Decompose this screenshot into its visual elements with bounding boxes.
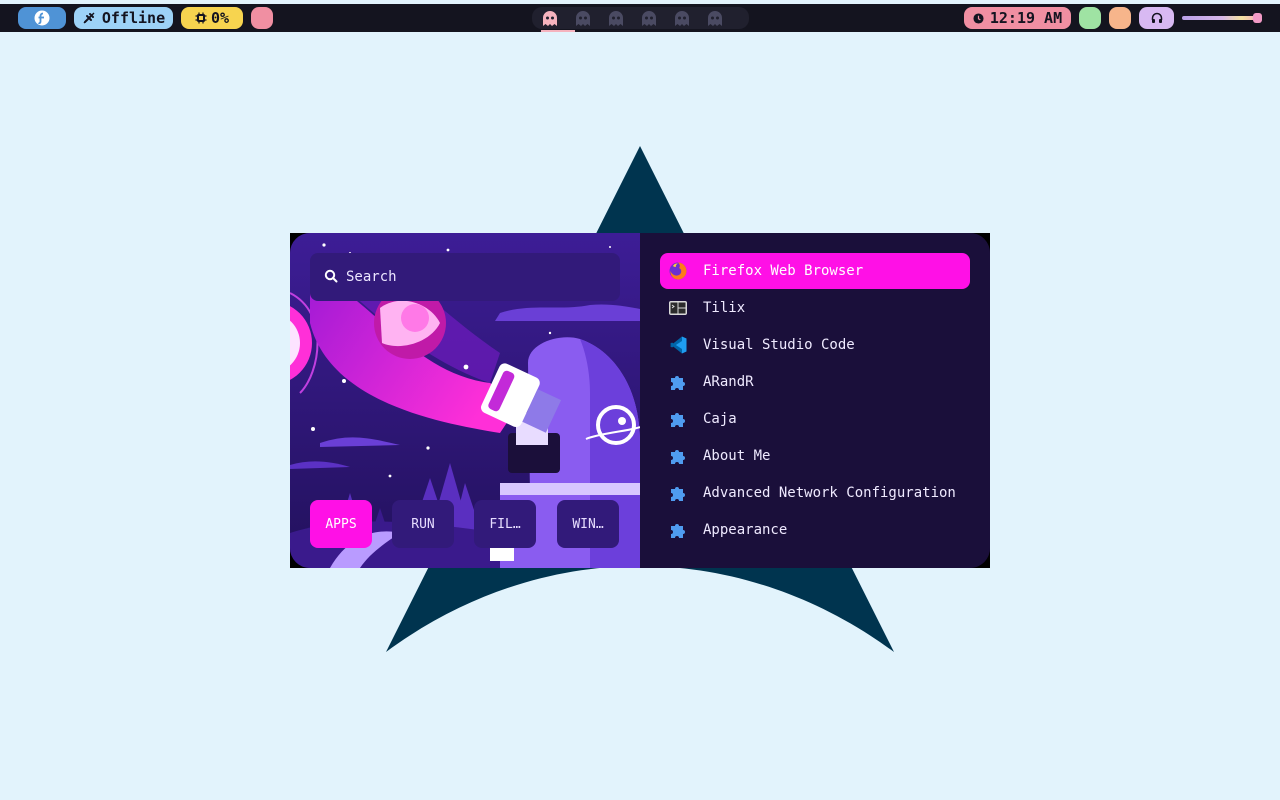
- app-item-arandr[interactable]: ARandR: [660, 364, 970, 400]
- network-status-label: Offline: [101, 9, 166, 27]
- network-status[interactable]: Offline: [74, 7, 173, 29]
- search-icon: [324, 268, 338, 287]
- volume-slider[interactable]: [1182, 16, 1262, 20]
- fedora-logo-icon: [34, 10, 50, 26]
- clock-label: 12:19 AM: [989, 9, 1063, 27]
- app-list: Firefox Web Browser Tilix Visual Studio …: [640, 233, 990, 568]
- firefox-icon: [668, 261, 688, 281]
- indicator-pill-pink[interactable]: [251, 7, 273, 29]
- app-label: About Me: [703, 448, 771, 464]
- headphones-icon: [1151, 12, 1163, 24]
- cpu-usage-label: 0%: [210, 9, 230, 27]
- workspace-switcher: [532, 7, 749, 29]
- app-label: Advanced Network Configuration: [703, 485, 956, 501]
- search-box[interactable]: [310, 253, 620, 301]
- puzzle-icon: [668, 483, 688, 503]
- cpu-chip-icon: [195, 12, 207, 24]
- puzzle-icon: [668, 446, 688, 466]
- mode-windows-button[interactable]: WIN…: [557, 500, 619, 548]
- active-workspace-indicator: [541, 30, 575, 32]
- audio-button[interactable]: [1139, 7, 1174, 29]
- app-label: Appearance: [703, 522, 788, 538]
- app-item-vscode[interactable]: Visual Studio Code: [660, 327, 970, 363]
- workspace-3-ghost-icon[interactable]: [607, 11, 625, 27]
- volume-slider-handle[interactable]: [1253, 13, 1262, 23]
- clock[interactable]: 12:19 AM: [964, 7, 1071, 29]
- puzzle-icon: [668, 372, 688, 392]
- app-item-about-me[interactable]: About Me: [660, 438, 970, 474]
- app-launcher: APPS RUN FIL… WIN… Firefox Web Browser: [290, 233, 990, 568]
- vscode-icon: [668, 335, 688, 355]
- puzzle-icon: [668, 520, 688, 540]
- mode-apps-button[interactable]: APPS: [310, 500, 372, 548]
- workspace-1-ghost-icon[interactable]: [541, 11, 559, 27]
- app-item-appearance[interactable]: Appearance: [660, 512, 970, 548]
- puzzle-icon: [668, 409, 688, 429]
- search-input[interactable]: [344, 268, 608, 286]
- cpu-usage[interactable]: 0%: [181, 7, 243, 29]
- app-label: ARandR: [703, 374, 754, 390]
- mode-run-button[interactable]: RUN: [392, 500, 454, 548]
- app-label: Tilix: [703, 300, 746, 316]
- workspace-5-ghost-icon[interactable]: [673, 11, 691, 27]
- app-label: Firefox Web Browser: [703, 263, 864, 279]
- app-label: Visual Studio Code: [703, 337, 855, 353]
- indicator-pill-green[interactable]: [1079, 7, 1101, 29]
- workspace-4-ghost-icon[interactable]: [640, 11, 658, 27]
- app-item-firefox[interactable]: Firefox Web Browser: [660, 253, 970, 289]
- app-item-tilix[interactable]: Tilix: [660, 290, 970, 326]
- workspace-6-ghost-icon[interactable]: [706, 11, 724, 27]
- mode-files-button[interactable]: FIL…: [474, 500, 536, 548]
- os-menu-button[interactable]: [18, 7, 66, 29]
- workspace-2-ghost-icon[interactable]: [574, 11, 592, 27]
- no-network-icon: [82, 11, 96, 25]
- app-item-caja[interactable]: Caja: [660, 401, 970, 437]
- app-item-advanced-network-configuration[interactable]: Advanced Network Configuration: [660, 475, 970, 511]
- indicator-pill-peach[interactable]: [1109, 7, 1131, 29]
- clock-icon: [973, 12, 984, 24]
- top-bar: Offline 0% 12:19 AM: [0, 4, 1280, 32]
- terminal-icon: [668, 298, 688, 318]
- app-label: Caja: [703, 411, 737, 427]
